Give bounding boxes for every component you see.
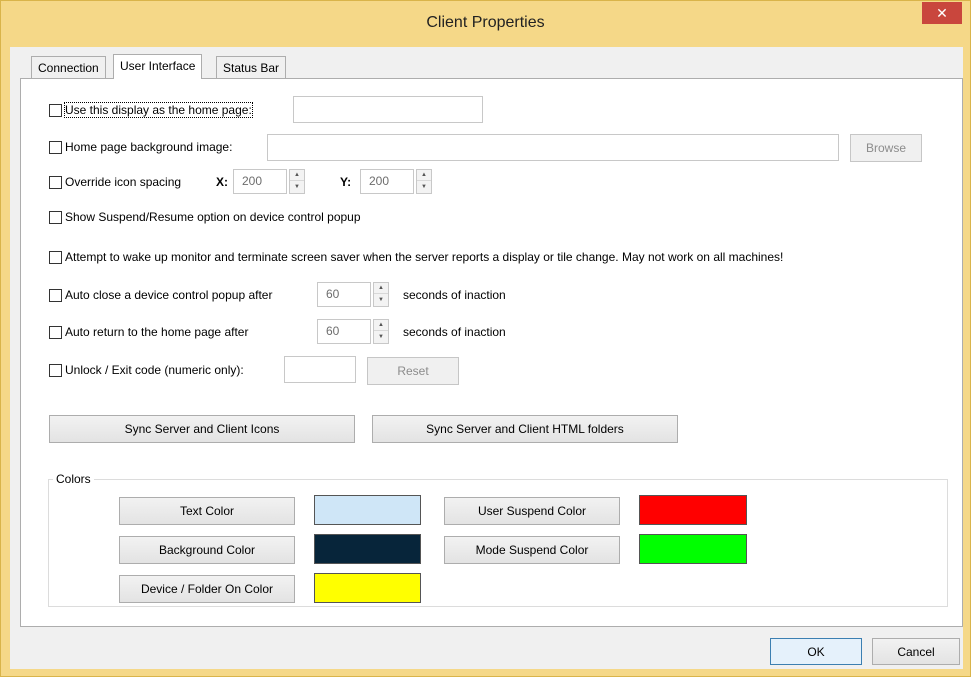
stepper-down-icon[interactable]: ▼ [374,332,388,343]
stepper-up-icon[interactable]: ▲ [290,170,304,181]
auto-return-stepper[interactable]: ▲ ▼ [373,319,389,344]
user-suspend-color-swatch[interactable] [639,495,747,525]
background-image-input[interactable] [267,134,839,161]
suspend-option-label: Show Suspend/Resume option on device con… [65,210,361,224]
device-folder-on-color-swatch[interactable] [314,573,421,603]
auto-return-checkbox[interactable] [49,326,62,339]
tab-connection[interactable]: Connection [31,56,106,79]
title-bar[interactable]: Client Properties ✕ [1,1,970,48]
unlock-code-input[interactable] [284,356,356,383]
auto-return-label: Auto return to the home page after [65,325,249,339]
text-color-swatch[interactable] [314,495,421,525]
close-button[interactable]: ✕ [922,2,962,24]
auto-return-suffix: seconds of inaction [403,325,506,339]
cancel-button[interactable]: Cancel [872,638,960,665]
stepper-up-icon[interactable]: ▲ [417,170,431,181]
spacing-x-label: X: [216,175,228,189]
auto-return-input[interactable]: 60 [317,319,371,344]
unlock-checkbox[interactable] [49,364,62,377]
auto-close-stepper[interactable]: ▲ ▼ [373,282,389,307]
spacing-x-stepper[interactable]: ▲ ▼ [289,169,305,194]
mode-suspend-color-button[interactable]: Mode Suspend Color [444,536,620,564]
background-image-label: Home page background image: [65,140,233,154]
icon-spacing-checkbox[interactable] [49,176,62,189]
background-color-swatch[interactable] [314,534,421,564]
auto-close-label: Auto close a device control popup after [65,288,273,302]
tab-panel-user-interface: Use this display as the home page: Home … [20,78,963,627]
stepper-down-icon[interactable]: ▼ [290,182,304,193]
home-page-input[interactable] [293,96,483,123]
stepper-down-icon[interactable]: ▼ [417,182,431,193]
home-page-label: Use this display as the home page: [64,102,253,118]
stepper-down-icon[interactable]: ▼ [374,295,388,306]
stepper-up-icon[interactable]: ▲ [374,283,388,294]
spacing-x-input[interactable]: 200 [233,169,287,194]
dialog-body: Connection User Interface Status Bar Use… [10,47,963,669]
text-color-button[interactable]: Text Color [119,497,295,525]
tab-user-interface[interactable]: User Interface [113,54,203,79]
stepper-up-icon[interactable]: ▲ [374,320,388,331]
window-title: Client Properties [426,14,545,31]
device-folder-on-color-button[interactable]: Device / Folder On Color [119,575,295,603]
auto-close-checkbox[interactable] [49,289,62,302]
wake-monitor-checkbox[interactable] [49,251,62,264]
home-page-checkbox[interactable] [49,104,62,117]
wake-monitor-label: Attempt to wake up monitor and terminate… [65,250,784,264]
sync-html-folders-button[interactable]: Sync Server and Client HTML folders [372,415,678,443]
reset-button[interactable]: Reset [367,357,459,385]
tab-status-bar[interactable]: Status Bar [216,56,287,79]
icon-spacing-label: Override icon spacing [65,175,182,189]
colors-group-label: Colors [53,472,94,486]
browse-button[interactable]: Browse [850,134,922,162]
background-image-checkbox[interactable] [49,141,62,154]
background-color-button[interactable]: Background Color [119,536,295,564]
unlock-label: Unlock / Exit code (numeric only): [65,363,244,377]
auto-close-suffix: seconds of inaction [403,288,506,302]
sync-icons-button[interactable]: Sync Server and Client Icons [49,415,355,443]
spacing-y-label: Y: [340,175,352,189]
mode-suspend-color-swatch[interactable] [639,534,747,564]
spacing-y-stepper[interactable]: ▲ ▼ [416,169,432,194]
user-suspend-color-button[interactable]: User Suspend Color [444,497,620,525]
ok-button[interactable]: OK [770,638,862,665]
auto-close-input[interactable]: 60 [317,282,371,307]
spacing-y-input[interactable]: 200 [360,169,414,194]
suspend-option-checkbox[interactable] [49,211,62,224]
dialog-window: Client Properties ✕ Connection User Inte… [0,0,971,677]
